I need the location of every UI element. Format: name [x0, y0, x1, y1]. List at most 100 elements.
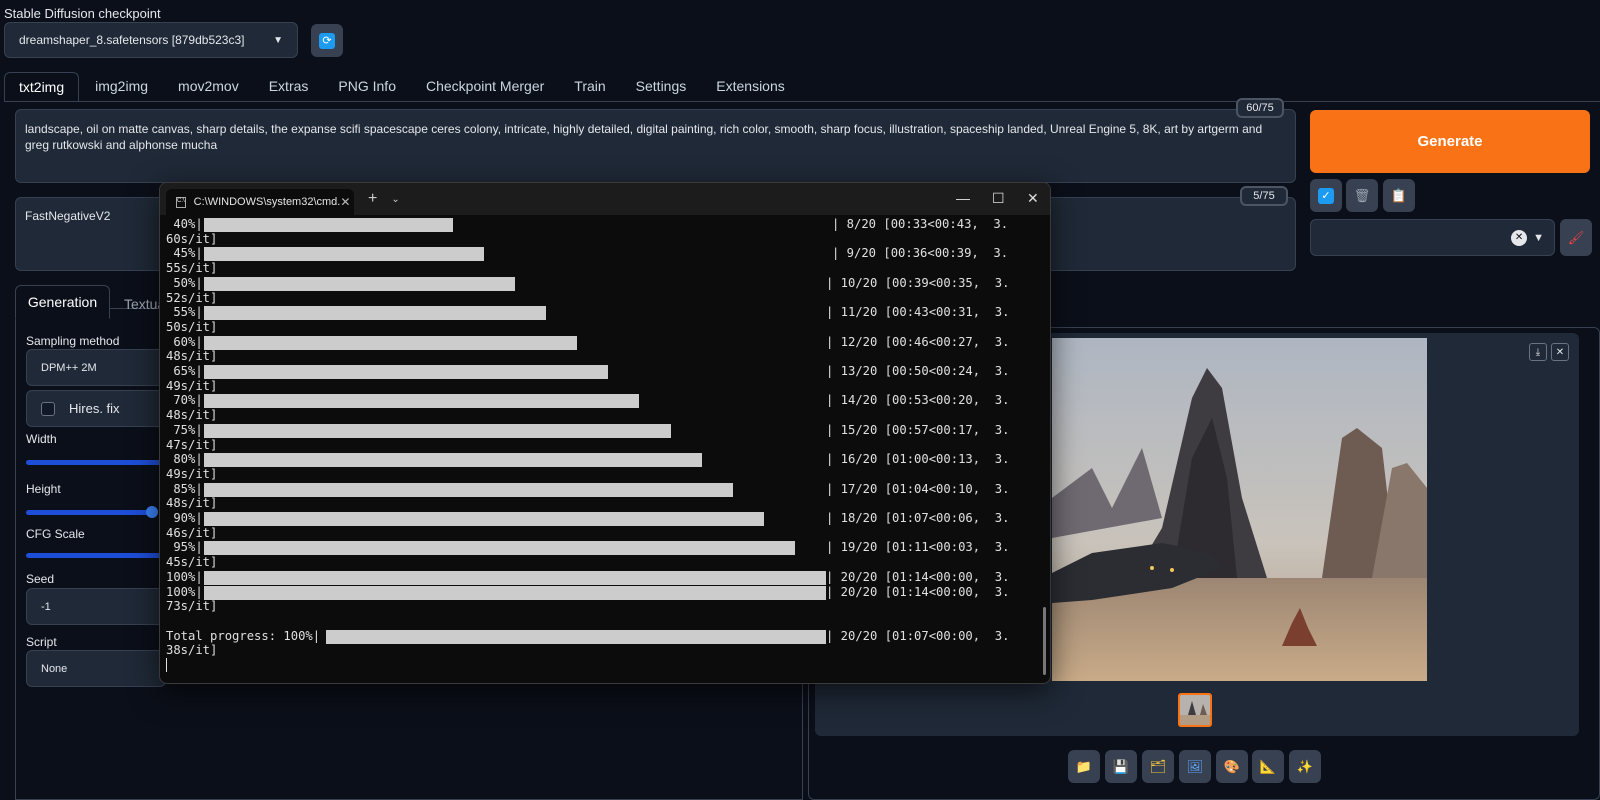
progress-bar — [204, 218, 453, 232]
open-folder-button[interactable]: 📁 — [1068, 750, 1100, 783]
progress-rate: 60s/it] — [166, 231, 218, 246]
edit-styles-button[interactable]: 🖌 — [1560, 219, 1592, 256]
tab-settings[interactable]: Settings — [622, 72, 701, 102]
sampling-method-value: DPM++ 2M — [41, 361, 97, 374]
close-tab-icon[interactable]: ✕ — [340, 195, 350, 209]
progress-percent: 65%| — [166, 364, 203, 378]
seed-input[interactable]: -1 — [26, 588, 166, 625]
negative-token-counter: 5/75 — [1240, 186, 1288, 206]
terminal-titlebar[interactable]: C:\ C:\WINDOWS\system32\cmd. ✕ + ⌄ — ☐ ✕ — [160, 183, 1050, 215]
total-progress-bar — [326, 629, 826, 644]
generate-button[interactable]: Generate — [1310, 110, 1590, 173]
sampling-method-select[interactable]: DPM++ 2M — [26, 349, 166, 386]
prompt-textarea[interactable]: landscape, oil on matte canvas, sharp de… — [15, 109, 1296, 183]
tab-extensions[interactable]: Extensions — [702, 72, 798, 102]
progress-rate: 49s/it] — [166, 466, 218, 481]
hires-fix-toggle[interactable]: Hires. fix — [26, 390, 166, 427]
progress-percent: 50%| — [166, 275, 203, 290]
progress-rate: 50s/it] — [166, 319, 218, 334]
maximize-icon[interactable]: ☐ — [992, 190, 1005, 207]
tab-divider — [4, 101, 1600, 102]
width-label: Width — [26, 432, 57, 446]
progress-percent: 100%| — [166, 569, 203, 584]
progress-percent: 85%| — [166, 481, 203, 496]
gallery-thumbnail[interactable] — [1178, 693, 1212, 727]
styles-select[interactable]: ✕ ▼ — [1310, 219, 1555, 256]
checkpoint-select[interactable]: dreamshaper_8.safetensors [879db523c3] ▼ — [4, 22, 298, 58]
clipboard-icon: 📋 — [1390, 187, 1408, 203]
progress-bar — [204, 453, 702, 468]
height-slider-handle[interactable] — [146, 506, 158, 518]
tab-txt2img[interactable]: txt2img — [4, 72, 80, 102]
terminal-scrollbar[interactable] — [1043, 607, 1046, 675]
height-slider[interactable] — [26, 510, 150, 515]
tab-checkpoint-merger[interactable]: Checkpoint Merger — [412, 72, 558, 102]
progress-bar — [204, 247, 484, 262]
send-to-inpaint-button[interactable]: 🎨 — [1216, 750, 1248, 783]
upscale-button[interactable]: ✨ — [1289, 750, 1321, 783]
checkpoint-value: dreamshaper_8.safetensors [879db523c3] — [19, 33, 245, 47]
terminal-output: 40%| | 8/20 [00:33<00:43, 3. 60s/it] 45%| |… — [166, 217, 1046, 682]
tab-img2img[interactable]: img2img — [81, 72, 162, 102]
brush-icon: 🖌 — [1567, 229, 1585, 245]
progress-rate: 45s/it] — [166, 555, 218, 570]
trash-button[interactable]: 🗑 — [1346, 179, 1378, 212]
tab-mov2mov[interactable]: mov2mov — [164, 72, 253, 102]
hires-fix-checkbox[interactable] — [41, 401, 55, 416]
image-icon: 🖼 — [1186, 758, 1204, 774]
tab-png-info[interactable]: PNG Info — [324, 72, 410, 102]
sampling-method-label: Sampling method — [26, 334, 120, 348]
palette-icon: 🎨 — [1223, 758, 1241, 774]
clear-icon[interactable]: ✕ — [1511, 229, 1528, 246]
script-label: Script — [26, 635, 57, 649]
progress-stats: | 19/20 [01:11<00:03, 3. — [826, 540, 1010, 555]
download-icon[interactable]: ⤓ — [1529, 343, 1547, 361]
close-icon[interactable]: ✕ — [1551, 343, 1569, 361]
progress-rate: 48s/it] — [166, 349, 218, 364]
send-to-img2img-button[interactable]: 🖼 — [1179, 750, 1211, 783]
progress-bar — [204, 306, 546, 321]
progress-rate: 47s/it] — [166, 437, 218, 452]
tab-generation[interactable]: Generation — [15, 285, 110, 319]
progress-bar — [204, 394, 639, 409]
clipboard-button[interactable]: 📋 — [1383, 179, 1415, 212]
main-tabs: txt2img img2img mov2mov Extras PNG Info … — [4, 72, 801, 102]
checkpoint-label: Stable Diffusion checkpoint — [4, 6, 161, 21]
progress-stats: | 10/20 [00:39<00:35, 3. — [826, 275, 1010, 290]
window-close-icon[interactable]: ✕ — [1027, 190, 1039, 207]
minimize-icon[interactable]: — — [956, 190, 970, 206]
refresh-checkpoint-button[interactable]: ⟳ — [311, 24, 343, 57]
total-progress-stats: | 20/20 [01:07<00:00, 3. — [826, 628, 1010, 643]
tab-extras[interactable]: Extras — [255, 72, 323, 102]
script-select[interactable]: None — [26, 650, 166, 687]
progress-percent: 80%| — [166, 452, 203, 467]
progress-percent: 60%| — [166, 334, 203, 349]
new-tab-icon[interactable]: + — [368, 190, 377, 208]
progress-stats: | 12/20 [00:46<00:27, 3. — [826, 334, 1010, 349]
progress-bar — [204, 512, 764, 526]
progress-bar — [204, 541, 795, 556]
zip-button[interactable]: 🗂 — [1142, 750, 1174, 783]
progress-percent: 55%| — [166, 305, 203, 320]
progress-rate: 48s/it] — [166, 408, 218, 423]
progress-stats: | 18/20 [01:07<00:06, 3. — [826, 511, 1010, 525]
terminal-tab[interactable]: C:\ C:\WINDOWS\system32\cmd. ✕ — [166, 189, 354, 215]
progress-stats: | 15/20 [00:57<00:17, 3. — [826, 422, 1010, 437]
send-to-extras-button[interactable]: 📐 — [1252, 750, 1284, 783]
cfg-scale-slider[interactable] — [26, 553, 166, 558]
cmd-terminal-window[interactable]: C:\ C:\WINDOWS\system32\cmd. ✕ + ⌄ — ☐ ✕… — [159, 182, 1051, 684]
progress-percent: 95%| — [166, 540, 203, 555]
progress-percent: 90%| — [166, 511, 203, 525]
generated-image[interactable] — [1052, 338, 1427, 681]
progress-stats: | 13/20 [00:50<00:24, 3. — [826, 364, 1010, 378]
width-slider[interactable] — [26, 460, 166, 465]
tab-train[interactable]: Train — [560, 72, 619, 102]
progress-rate: 49s/it] — [166, 378, 218, 393]
progress-bar — [204, 276, 515, 291]
refresh-icon: ⟳ — [319, 32, 335, 49]
save-button[interactable]: 💾 — [1105, 750, 1137, 783]
progress-bar — [204, 585, 826, 600]
apply-style-button[interactable]: ✓ — [1310, 179, 1342, 212]
chevron-down-icon[interactable]: ⌄ — [391, 194, 399, 205]
progress-stats: | 11/20 [00:43<00:31, 3. — [826, 305, 1010, 320]
